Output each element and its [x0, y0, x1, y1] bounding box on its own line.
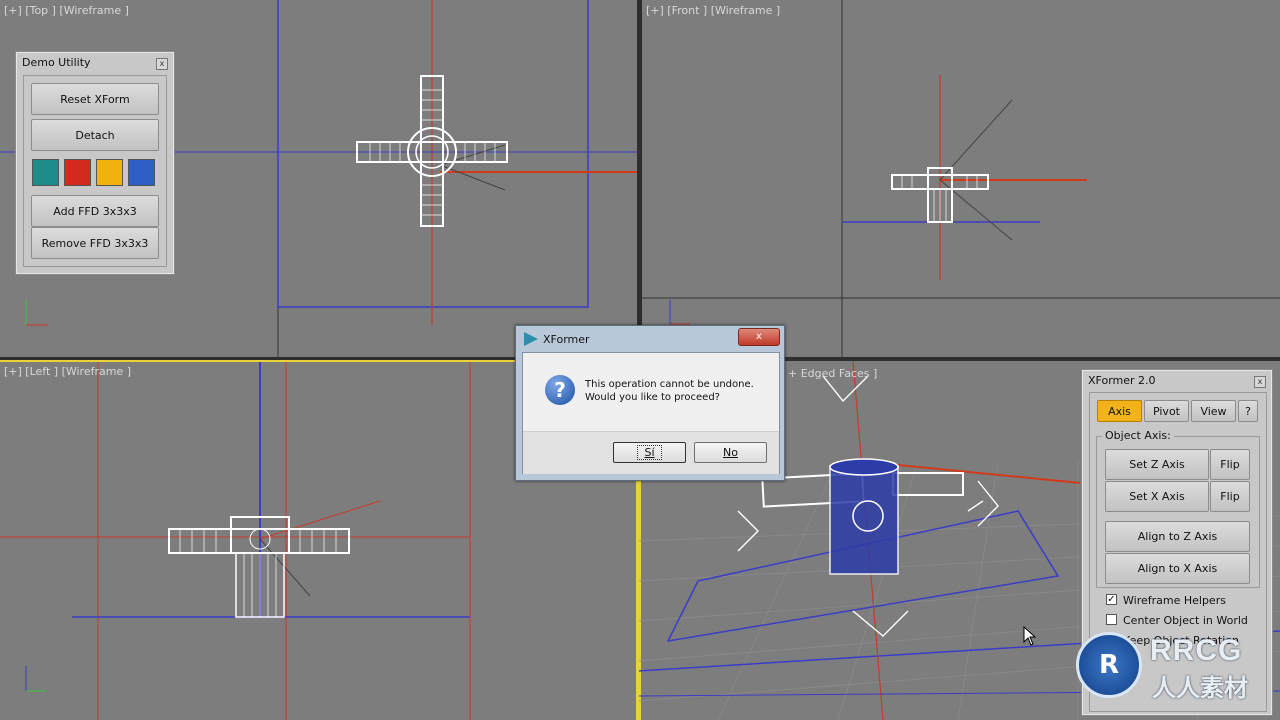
flip-z-button[interactable]: Flip [1210, 449, 1250, 480]
align-x-axis-button[interactable]: Align to X Axis [1105, 553, 1250, 584]
tab-help[interactable]: ? [1238, 400, 1258, 422]
dialog-message-line2: Would you like to proceed? [585, 392, 720, 403]
yes-button-label: Sí [637, 445, 662, 460]
reset-xform-button[interactable]: Reset XForm [31, 83, 159, 115]
watermark-logo-icon: R [1076, 632, 1142, 698]
question-icon: ? [545, 375, 575, 405]
dialog-close-button[interactable]: x [738, 328, 780, 346]
dialog-footer: Sí No [523, 431, 779, 474]
viewport-front-label[interactable]: [+] [Front ] [Wireframe ] [646, 4, 780, 17]
object-axis-label: Object Axis: [1102, 429, 1174, 442]
dialog-message-line1: This operation cannot be undone. [585, 379, 754, 390]
viewport-divider-vertical[interactable] [637, 0, 642, 360]
xformer-dialog: XFormer x ? This operation cannot be und… [515, 325, 785, 481]
dialog-app-icon [524, 332, 538, 346]
viewport-front-grid [642, 0, 1280, 357]
center-object-label: Center Object in World [1123, 614, 1248, 627]
wireframe-helpers-label: Wireframe Helpers [1123, 594, 1226, 607]
demo-utility-panel: Demo Utility x Reset XForm Detach Add FF… [15, 51, 175, 275]
tab-view[interactable]: View [1191, 400, 1236, 422]
close-icon: x [756, 331, 762, 342]
watermark-brand: RRCG [1150, 634, 1243, 667]
center-object-checkbox[interactable] [1106, 614, 1117, 625]
detach-button[interactable]: Detach [31, 119, 159, 151]
align-z-axis-button[interactable]: Align to Z Axis [1105, 521, 1250, 552]
tab-pivot[interactable]: Pivot [1144, 400, 1189, 422]
color-swatch-red[interactable] [64, 159, 91, 186]
watermark: R RRCG 人人素材 [1076, 628, 1276, 702]
viewport-top-label[interactable]: [+] [Top ] [Wireframe ] [4, 4, 129, 17]
close-icon[interactable]: x [156, 58, 168, 70]
no-button[interactable]: No [694, 442, 767, 463]
close-icon[interactable]: x [1254, 376, 1266, 388]
color-swatch-yellow[interactable] [96, 159, 123, 186]
dialog-title: XFormer [543, 333, 590, 346]
remove-ffd-button[interactable]: Remove FFD 3x3x3 [31, 227, 159, 259]
demo-utility-title: Demo Utility [22, 56, 91, 69]
tab-axis[interactable]: Axis [1097, 400, 1142, 422]
watermark-sub: 人人素材 [1152, 674, 1248, 702]
flip-x-button[interactable]: Flip [1210, 481, 1250, 512]
dialog-body: ? This operation cannot be undone. Would… [522, 352, 780, 474]
set-z-axis-button[interactable]: Set Z Axis [1105, 449, 1209, 480]
viewport-left-label[interactable]: [+] [Left ] [Wireframe ] [4, 365, 131, 378]
viewport-perspective-label[interactable]: + Edged Faces ] [788, 367, 877, 380]
viewport-front[interactable]: [+] [Front ] [Wireframe ] [642, 0, 1280, 357]
yes-button[interactable]: Sí [613, 442, 686, 463]
color-swatch-blue[interactable] [128, 159, 155, 186]
wireframe-helpers-checkbox[interactable]: ✓ [1106, 594, 1117, 605]
no-button-label: No [723, 446, 738, 459]
color-swatch-teal[interactable] [32, 159, 59, 186]
add-ffd-button[interactable]: Add FFD 3x3x3 [31, 195, 159, 227]
set-x-axis-button[interactable]: Set X Axis [1105, 481, 1209, 512]
mouse-cursor-icon [1023, 626, 1037, 646]
xformer-panel-title: XFormer 2.0 [1088, 374, 1156, 387]
